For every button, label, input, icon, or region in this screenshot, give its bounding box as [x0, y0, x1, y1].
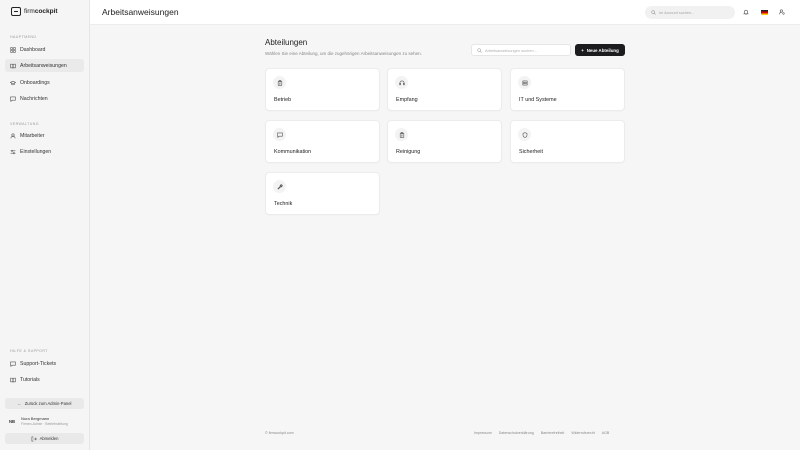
- sidebar-item-support-tickets[interactable]: Support-Tickets: [5, 357, 84, 370]
- notification-bell-icon[interactable]: [742, 8, 750, 16]
- clipboard-icon: [395, 128, 408, 141]
- footer-links: Impressum Datenschutzerklärung Barrieref…: [474, 431, 609, 435]
- search-icon: [477, 47, 482, 53]
- user-icon: [10, 132, 16, 138]
- sidebar-item-nachrichten[interactable]: Nachrichten: [5, 92, 84, 105]
- graduation-icon: [10, 80, 16, 85]
- section-label-help: Hilfe & Support: [10, 349, 48, 353]
- user-name: Nora Bergmann: [21, 416, 50, 421]
- sliders-icon: [10, 149, 16, 154]
- sidebar-item-label: Dashboard: [20, 46, 46, 53]
- sidebar-item-label: Arbeitsanweisungen: [20, 62, 67, 69]
- account-search-input[interactable]: Im Account suchen...: [645, 6, 735, 19]
- wrench-icon: [273, 180, 286, 193]
- logout-button[interactable]: Abmelden: [5, 433, 84, 444]
- user-settings-icon[interactable]: [778, 8, 786, 16]
- footer-link-agb[interactable]: AGB: [602, 431, 610, 435]
- department-label: Betrieb: [274, 97, 292, 103]
- book-icon: [10, 63, 16, 68]
- sidebar: firmcockpit Hauptmenü Dashboard Arbeitsa…: [0, 0, 90, 450]
- user-profile: NB Nora Bergmann Firmen-Admin · Betriebs…: [7, 416, 68, 426]
- brand-logo[interactable]: firmcockpit: [11, 7, 58, 16]
- department-card-sicherheit[interactable]: Sicherheit: [510, 120, 625, 163]
- department-card-kommunikation[interactable]: Kommunikation: [265, 120, 380, 163]
- department-card-it-und-systeme[interactable]: IT und Systeme: [510, 68, 625, 111]
- sidebar-item-label: Mitarbeiter: [20, 132, 45, 139]
- department-card-technik[interactable]: Technik: [265, 172, 380, 215]
- instructions-search-input[interactable]: Arbeitsanweisungen suchen...: [471, 44, 571, 56]
- department-label: Empfang: [396, 97, 418, 103]
- department-card-reinigung[interactable]: Reinigung: [387, 120, 502, 163]
- grid-icon: [10, 46, 16, 53]
- back-to-admin-button[interactable]: ← Zurück zum Admin-Panel: [5, 398, 84, 409]
- section-label-admin: Verwaltung: [10, 122, 39, 126]
- logo-icon: [11, 7, 21, 16]
- sidebar-item-onboardings[interactable]: Onboardings: [5, 76, 84, 89]
- sidebar-item-mitarbeiter[interactable]: Mitarbeiter: [5, 129, 84, 142]
- new-department-button[interactable]: + Neue Abteilung: [575, 44, 625, 56]
- top-bar: Arbeitsanweisungen Im Account suchen...: [90, 0, 800, 25]
- footer-copyright: © firmcockpit.com: [265, 431, 294, 435]
- page-title: Arbeitsanweisungen: [102, 7, 179, 17]
- user-role: Firmen-Admin · Betriebsleitung: [21, 422, 68, 426]
- sidebar-item-label: Tutorials: [20, 376, 40, 383]
- footer-link-impressum[interactable]: Impressum: [474, 431, 492, 435]
- brand-name: firmcockpit: [24, 8, 58, 15]
- language-flag-de-icon[interactable]: [760, 8, 768, 16]
- message-icon: [10, 361, 16, 367]
- footer-link-datenschutz[interactable]: Datenschutzerklärung: [499, 431, 534, 435]
- book-icon: [10, 377, 16, 382]
- main-content: Abteilungen Wählen Sie eine Abteilung, u…: [90, 25, 800, 450]
- footer-link-widerrufsrecht[interactable]: Widerrufsrecht: [571, 431, 594, 435]
- footer-link-barrierefreiheit[interactable]: Barrierefreiheit: [541, 431, 565, 435]
- sidebar-item-label: Nachrichten: [20, 95, 48, 102]
- clipboard-icon: [273, 76, 286, 89]
- message-icon: [10, 96, 16, 102]
- department-label: Kommunikation: [274, 149, 312, 155]
- shield-icon: [518, 128, 531, 141]
- server-icon: [518, 76, 531, 89]
- sidebar-item-einstellungen[interactable]: Einstellungen: [5, 145, 84, 158]
- departments-heading: Abteilungen: [265, 38, 308, 47]
- department-label: IT und Systeme: [519, 97, 557, 103]
- department-label: Technik: [274, 201, 293, 207]
- headset-icon: [395, 76, 408, 89]
- department-card-empfang[interactable]: Empfang: [387, 68, 502, 111]
- sidebar-item-dashboard[interactable]: Dashboard: [5, 43, 84, 56]
- sidebar-item-label: Support-Tickets: [20, 360, 57, 367]
- department-card-betrieb[interactable]: Betrieb: [265, 68, 380, 111]
- plus-icon: +: [581, 47, 584, 53]
- logout-icon: [31, 436, 37, 441]
- message-icon: [273, 128, 286, 141]
- avatar: NB: [8, 418, 16, 424]
- sidebar-item-tutorials[interactable]: Tutorials: [5, 373, 84, 386]
- sidebar-item-label: Einstellungen: [20, 148, 52, 155]
- department-label: Reinigung: [396, 149, 421, 155]
- sidebar-item-arbeitsanweisungen[interactable]: Arbeitsanweisungen: [5, 59, 84, 72]
- sidebar-item-label: Onboardings: [20, 79, 50, 86]
- department-label: Sicherheit: [519, 149, 543, 155]
- departments-subheading: Wählen Sie eine Abteilung, um die zugehö…: [265, 51, 422, 56]
- section-label-main: Hauptmenü: [10, 35, 37, 39]
- search-icon: [651, 10, 656, 15]
- arrow-left-icon: ←: [17, 401, 22, 406]
